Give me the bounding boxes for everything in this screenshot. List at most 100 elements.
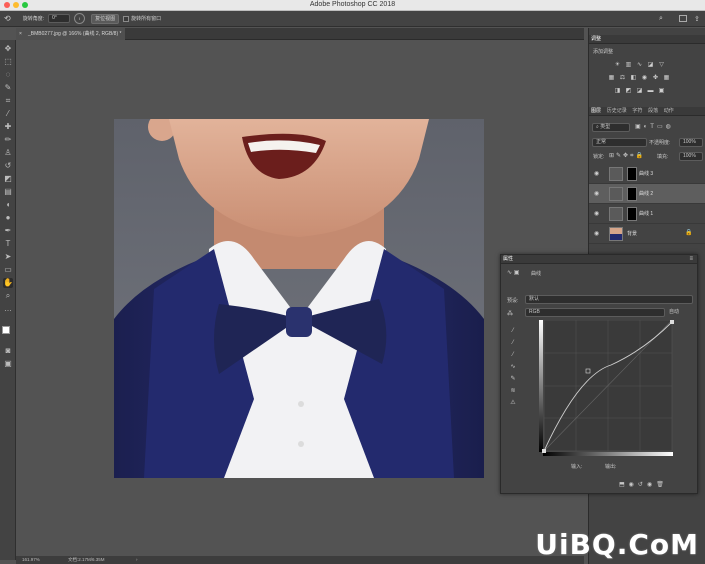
layer-kind-filter[interactable]: ⌕ 类型 [592,123,630,132]
layer-row[interactable]: ◉ 背景 🔒 [589,224,705,244]
healing-brush-tool-icon[interactable]: ✚ [3,122,13,132]
warning-icon[interactable]: ⚠ [509,397,517,409]
type-tool-icon[interactable]: T [3,239,13,249]
layer-row[interactable]: ◉ 曲线 2 [589,184,705,204]
move-tool-icon[interactable]: ✥ [3,44,13,54]
layer-mask-thumbnail[interactable] [627,187,637,201]
clip-to-layer-icon[interactable]: ⬒ [619,482,629,488]
edit-points-icon[interactable]: ∿ [509,361,517,373]
curve-graph[interactable] [539,320,674,460]
pen-tool-icon[interactable]: ✒ [3,226,13,236]
tab-paragraph[interactable]: 段落 [646,107,660,116]
smooth-icon[interactable]: ≋ [509,385,517,397]
search-icon[interactable]: ⌕ [659,13,663,25]
channel-select[interactable]: RGB [525,308,665,317]
eyedropper-tool-icon[interactable]: ⁄ [3,109,13,119]
dodge-tool-icon[interactable]: ● [3,213,13,223]
rotate-view-tool-icon[interactable]: ⟲ [4,13,11,25]
visibility-eye-icon[interactable]: ◉ [594,190,599,197]
vibrance-icon[interactable]: ▽ [658,62,665,69]
tab-actions[interactable]: 动作 [662,107,676,116]
layer-row[interactable]: ◉ 曲线 3 [589,164,705,184]
gradient-map-icon[interactable]: ▬ [647,88,654,95]
layer-filter-icons[interactable]: ▣◐T▭◍ [635,123,674,130]
delete-icon[interactable]: 🗑 [656,482,668,488]
channel-eyedropper-icon[interactable]: ⁂ [507,310,513,317]
color-lookup-icon[interactable]: ▦ [663,75,670,82]
clone-stamp-tool-icon[interactable]: ♙ [3,148,13,158]
brush-tool-icon[interactable]: ✏ [3,135,13,145]
document-tab[interactable]: × _BMB0277.jpg @ 166% (曲线 2, RGB/8) * [16,28,126,40]
view-previous-icon[interactable]: ◉ [629,482,638,488]
curve-tools[interactable]: ⁄ ⁄ ⁄ ∿ ✎ ≋ ⚠ [509,325,517,409]
screen-mode-icon[interactable]: ▣ [3,359,13,369]
visibility-eye-icon[interactable]: ◉ [594,210,599,217]
layer-row[interactable]: ◉ 曲线 1 [589,204,705,224]
adjustments-tab[interactable]: 调整 [589,35,603,44]
more-tools-icon[interactable]: … [3,304,13,314]
share-icon[interactable]: ⇪ [694,13,700,25]
eraser-tool-icon[interactable]: ◩ [3,174,13,184]
selective-color-icon[interactable]: ▣ [658,88,665,95]
visibility-eye-icon[interactable]: ◉ [594,230,599,237]
posterize-icon[interactable]: ◩ [625,88,632,95]
panel-menu-icon[interactable]: ≡ [689,255,693,264]
path-selection-tool-icon[interactable]: ➤ [3,252,13,262]
blur-tool-icon[interactable]: ◖ [3,200,13,210]
rotation-dial-icon[interactable]: I [74,13,86,24]
reset-icon[interactable]: ↺ [638,482,647,488]
sample-white-icon[interactable]: ⁄ [509,349,517,361]
sample-black-icon[interactable]: ⁄ [509,325,517,337]
pencil-icon[interactable]: ✎ [509,373,517,385]
document-size[interactable]: 文档:2.17M/6.35M [68,556,105,564]
tab-layers[interactable]: 图层 [589,107,603,116]
lasso-tool-icon[interactable]: ◌ [3,70,13,80]
reset-view-button[interactable]: 复位视图 [91,13,120,24]
exposure-icon[interactable]: ◪ [647,62,654,69]
threshold-icon[interactable]: ◪ [636,88,643,95]
layer-mask-thumbnail[interactable] [627,167,637,181]
quick-selection-tool-icon[interactable]: ✎ [3,83,13,93]
fill-input[interactable]: 100% [679,152,703,161]
rotation-angle-input[interactable]: 0° [48,14,71,23]
brightness-contrast-icon[interactable]: ☀ [614,62,621,69]
document-canvas[interactable] [114,119,484,478]
zoom-level[interactable]: 161.97% [22,556,40,564]
preset-select[interactable]: 默认 [525,295,693,304]
levels-icon[interactable]: ▥ [625,62,632,69]
quick-mask-icon[interactable]: ◙ [3,346,13,356]
blend-mode-select[interactable]: 正常 [592,138,647,147]
properties-tab[interactable]: 属性 [501,255,515,264]
hand-tool-icon[interactable]: ✋ [3,278,13,288]
visibility-icon[interactable]: ◉ [647,482,656,488]
gradient-tool-icon[interactable]: ▤ [3,187,13,197]
status-menu-arrow-icon[interactable]: › [136,556,138,564]
crop-tool-icon[interactable]: ⌗ [3,96,13,106]
foreground-color-swatch[interactable] [2,326,10,334]
tab-history[interactable]: 历史记录 [605,107,629,116]
lock-icons[interactable]: ⊞✎✥⌗🔒 [609,152,645,160]
sample-gray-icon[interactable]: ⁄ [509,337,517,349]
rectangle-tool-icon[interactable]: ▭ [3,265,13,275]
invert-icon[interactable]: ◨ [614,88,621,95]
tab-character[interactable]: 字符 [630,107,644,116]
photo-filter-icon[interactable]: ◉ [641,75,648,82]
tab-close-icon[interactable]: × [19,28,22,40]
opacity-input[interactable]: 100% [679,138,703,147]
auto-button[interactable]: 自动 [669,308,679,315]
visibility-eye-icon[interactable]: ◉ [594,170,599,177]
black-white-icon[interactable]: ◧ [630,75,637,82]
zoom-tool-icon[interactable]: ⌕ [3,291,13,301]
layer-mask-thumbnail[interactable] [627,207,637,221]
hue-saturation-icon[interactable]: ▦ [608,75,615,82]
curves-icon[interactable]: ∿ [636,62,643,69]
curve-point[interactable] [542,449,546,453]
history-brush-tool-icon[interactable]: ↺ [3,161,13,171]
rotate-all-windows-checkbox[interactable]: 旋转所有窗口 [123,13,161,25]
workspace-icon[interactable] [679,15,687,22]
color-balance-icon[interactable]: ⚖ [619,75,626,82]
channel-mixer-icon[interactable]: ✤ [652,75,659,82]
marquee-tool-icon[interactable]: ⬚ [3,57,13,67]
properties-footer-icons[interactable]: ⬒◉↺◉🗑 [619,481,668,488]
curve-point[interactable] [670,320,674,324]
